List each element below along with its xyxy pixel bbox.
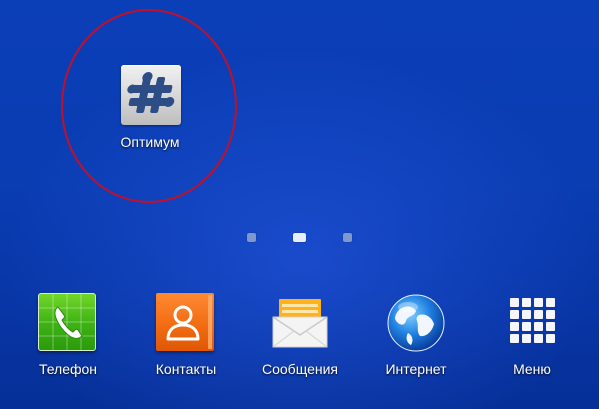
grid-square [546, 334, 555, 343]
dock-item-menu[interactable]: Меню [482, 288, 582, 388]
dock: Телефон Контакты Сообщения Интернет Меню [0, 288, 599, 398]
grid-square [534, 310, 543, 319]
grid-square [510, 310, 519, 319]
grid-square [534, 334, 543, 343]
app-optimum-label: Оптимум [120, 134, 180, 150]
app-grid-icon [502, 293, 562, 353]
dock-label-contacts: Контакты [155, 361, 217, 377]
page-dot-2-active[interactable] [293, 233, 306, 242]
dock-label-internet: Интернет [385, 361, 447, 377]
grid-square [522, 310, 531, 319]
grid-square [510, 334, 519, 343]
puzzle-hash-icon [121, 65, 181, 125]
dock-label-phone: Телефон [38, 361, 98, 377]
grid-square [522, 322, 531, 331]
dock-label-messages: Сообщения [262, 361, 338, 377]
page-indicator [0, 230, 599, 244]
page-dot-1[interactable] [247, 233, 256, 242]
dock-item-internet[interactable]: Интернет [366, 288, 466, 388]
grid-square [522, 298, 531, 307]
dock-item-contacts[interactable]: Контакты [136, 288, 236, 388]
grid-square [534, 322, 543, 331]
dock-item-phone[interactable]: Телефон [18, 288, 118, 388]
dock-label-menu: Меню [513, 361, 551, 377]
grid-square [522, 334, 531, 343]
grid-square [546, 310, 555, 319]
grid-square [534, 298, 543, 307]
page-dot-3[interactable] [343, 233, 352, 242]
globe-icon [386, 293, 446, 353]
app-optimum[interactable]: Оптимум [95, 62, 205, 157]
contacts-icon [156, 293, 216, 353]
grid-square [546, 322, 555, 331]
grid-square [510, 322, 519, 331]
grid-square [510, 298, 519, 307]
envelope-icon [270, 293, 330, 353]
phone-icon [38, 293, 98, 353]
grid-square [546, 298, 555, 307]
home-screen: Оптимум Телефон Контакты Сообщения Интер… [0, 0, 599, 409]
dock-item-messages[interactable]: Сообщения [250, 288, 350, 388]
